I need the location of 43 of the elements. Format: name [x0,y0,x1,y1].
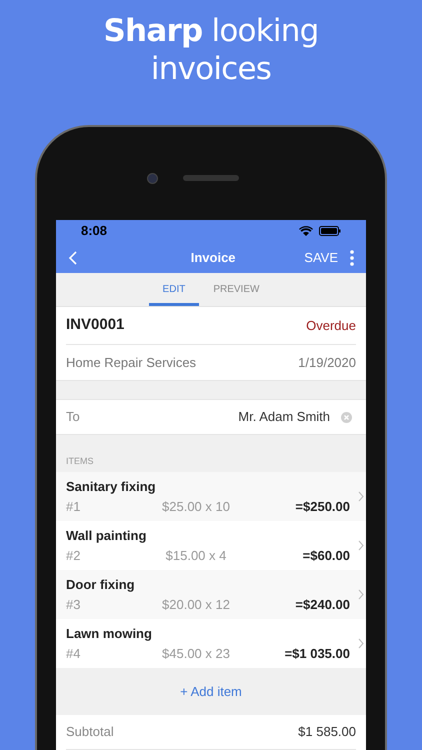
item-name: Sanitary fixing [66,478,157,496]
chevron-icon [358,540,364,551]
item-total: =$250.00 [295,498,350,516]
speaker-icon [183,175,239,181]
item-index: #3 [66,596,82,614]
item-index: #4 [66,645,82,663]
headline: invoices [150,50,272,88]
chevron-icon [358,638,364,649]
item-total: =$1 035.00 [284,645,350,663]
add-item-button[interactable]: + Add item [180,682,242,702]
chevron-icon [358,491,364,502]
item-price: $15.00 x 4 [164,547,228,565]
item-row[interactable]: Door fixing #3 $20.00 x 12 =$240.00 [56,570,366,619]
nav-title: Invoice [190,248,237,267]
item-total: =$60.00 [302,547,350,565]
battery-icon [319,226,341,236]
recipient-name[interactable]: Mr. Adam Smith [238,407,330,427]
status-label: Overdue [306,316,356,335]
client-name: Home Repair Services [66,354,196,372]
status-time: 8:08 [81,222,108,240]
item-index: #1 [66,498,82,516]
chevron-icon [358,589,364,600]
subtotal-value: $1 585.00 [298,723,356,742]
item-price: $45.00 x 23 [161,645,231,663]
to-label: To [66,408,80,426]
camera-icon [147,173,158,184]
item-price: $20.00 x 12 [161,596,231,614]
subtotal-label: Subtotal [66,723,114,742]
item-price: $25.00 x 10 [161,498,231,516]
item-name: Wall painting [66,526,148,545]
more-icon[interactable] [350,250,354,266]
section-header: ITEMS [66,454,94,468]
back-icon[interactable] [68,250,78,264]
invoice-number: INV0001 [66,315,124,336]
wifi-icon [299,226,313,236]
item-total: =$240.00 [295,596,350,614]
headline: Sharp looking [103,12,318,50]
item-row[interactable]: Sanitary fixing #1 $25.00 x 10 =$250.00 [56,472,366,521]
item-index: #2 [66,547,82,565]
tab[interactable]: EDIT [148,282,200,306]
invoice-date: 1/19/2020 [298,354,356,372]
item-name: Lawn mowing [66,624,153,643]
item-name: Door fixing [66,576,136,594]
